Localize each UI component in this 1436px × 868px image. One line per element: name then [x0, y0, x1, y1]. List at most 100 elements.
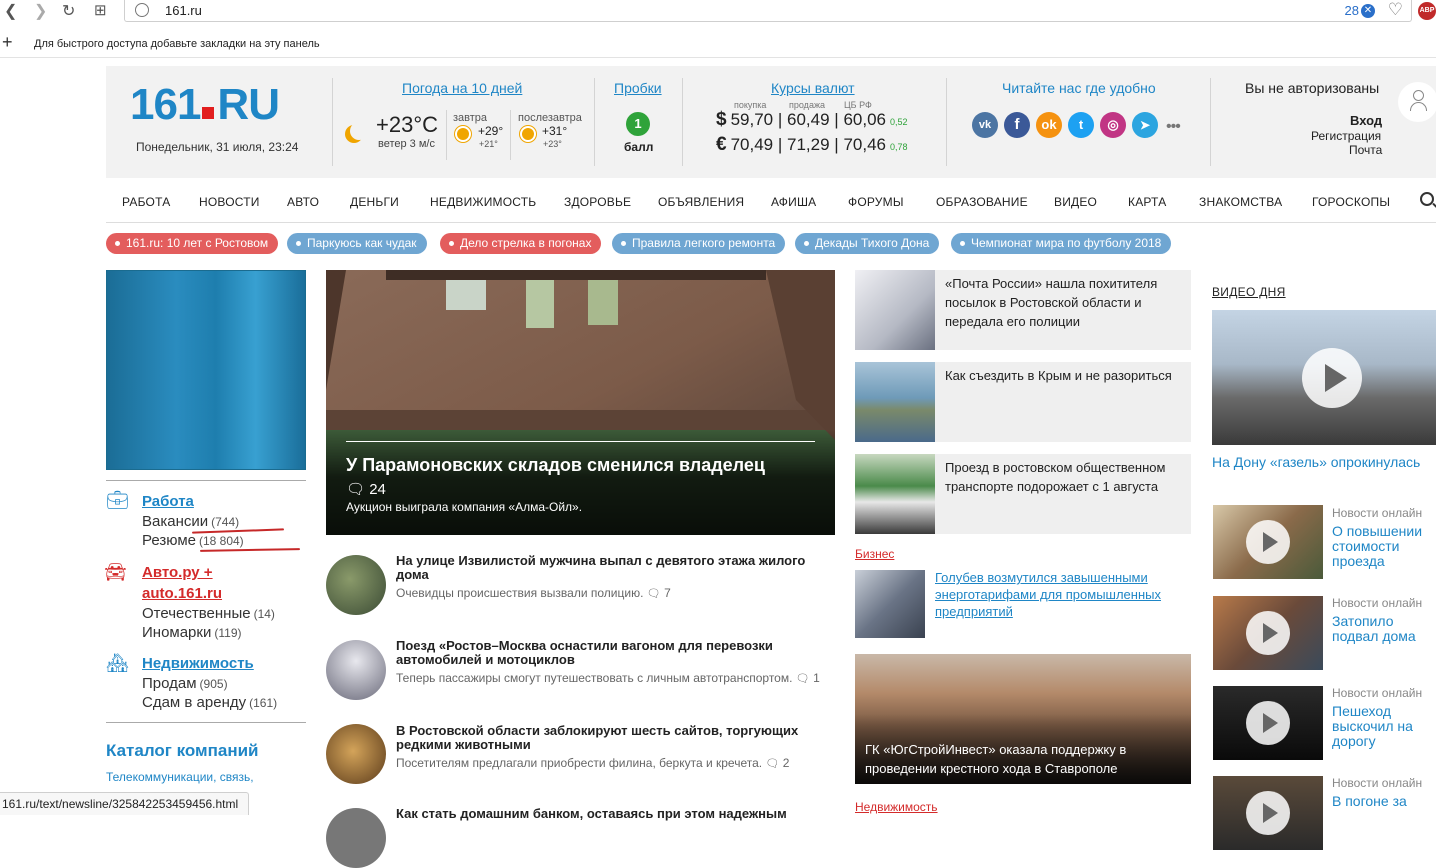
- business-title[interactable]: Голубев возмутился завышенными энерготар…: [935, 569, 1191, 620]
- video-title[interactable]: В погоне за: [1332, 794, 1436, 809]
- instagram-icon[interactable]: ◎: [1100, 112, 1126, 138]
- nav-item-video[interactable]: ВИДЕО: [1054, 195, 1097, 209]
- auto-link[interactable]: Авто.ру +: [142, 564, 213, 581]
- play-icon[interactable]: [1302, 348, 1362, 408]
- realty-rent-link[interactable]: Сдам в аренду (161): [142, 694, 277, 711]
- login-link[interactable]: Вход: [1350, 113, 1382, 128]
- weather-tomorrow-hi: +29°: [478, 124, 504, 138]
- big-card-title[interactable]: ГК «ЮгСтройИнвест» оказала поддержку в п…: [865, 740, 1185, 778]
- mail-link[interactable]: Почта: [1349, 143, 1382, 157]
- address-url[interactable]: 161.ru: [165, 3, 202, 18]
- nav-item-afisha[interactable]: АФИША: [771, 195, 816, 209]
- news-thumbnail[interactable]: [326, 555, 386, 615]
- news-card[interactable]: «Почта России» нашла похитителя посылок …: [855, 270, 1191, 350]
- domestic-cars-link[interactable]: Отечественные (14): [142, 605, 275, 622]
- play-icon[interactable]: [1246, 520, 1290, 564]
- site-logo[interactable]: 161 RU: [130, 80, 280, 130]
- news-card[interactable]: Как съездить в Крым и не разориться: [855, 362, 1191, 442]
- news-title[interactable]: На улице Извилистой мужчина выпал с девя…: [396, 554, 826, 582]
- hero-article[interactable]: У Парамоновских складов сменился владеле…: [326, 270, 835, 535]
- odnoklassniki-icon[interactable]: ok: [1036, 112, 1062, 138]
- work-link[interactable]: Работа: [142, 493, 194, 510]
- bookmark-heart-icon[interactable]: ♡: [1388, 0, 1403, 20]
- play-icon[interactable]: [1246, 611, 1290, 655]
- facebook-icon[interactable]: f: [1004, 112, 1030, 138]
- news-thumbnail[interactable]: [326, 640, 386, 700]
- user-icon[interactable]: [1398, 82, 1436, 122]
- nav-item-horoscope[interactable]: ГОРОСКОПЫ: [1312, 195, 1390, 209]
- vacancies-link[interactable]: Вакансии (744): [142, 513, 239, 530]
- news-card[interactable]: Проезд в ростовском общественном транспо…: [855, 454, 1191, 534]
- nav-item-auto[interactable]: АВТО: [287, 195, 319, 209]
- twitter-icon[interactable]: t: [1068, 112, 1094, 138]
- auto161-link[interactable]: auto.161.ru: [142, 585, 222, 602]
- speed-dial-icon[interactable]: ⊞: [94, 1, 107, 19]
- back-icon[interactable]: ❮: [4, 1, 17, 21]
- realty-link[interactable]: Недвижимость: [142, 655, 254, 672]
- add-bookmark-icon[interactable]: +: [2, 32, 13, 53]
- business-section-link[interactable]: Бизнес: [855, 547, 894, 561]
- hero-title[interactable]: У Парамоновских складов сменился владеле…: [346, 455, 765, 476]
- news-thumbnail[interactable]: [326, 808, 386, 868]
- address-bar[interactable]: 161.ru 28 ✕ ♡: [124, 0, 1412, 22]
- card-title[interactable]: Как съездить в Крым и не разориться: [945, 366, 1185, 385]
- catalog-link[interactable]: Каталог компаний: [106, 741, 259, 761]
- news-thumbnail[interactable]: [326, 724, 386, 784]
- foreign-cars-link[interactable]: Иномарки (119): [142, 624, 241, 641]
- realty-section-link[interactable]: Недвижимость: [855, 800, 938, 814]
- big-news-card[interactable]: ГК «ЮгСтройИнвест» оказала поддержку в п…: [855, 654, 1191, 784]
- nav-item-map[interactable]: КАРТА: [1128, 195, 1166, 209]
- traffic-link[interactable]: Пробки: [614, 80, 662, 96]
- tag-pill[interactable]: 161.ru: 10 лет с Ростовом: [106, 233, 279, 254]
- adblock-shield-icon[interactable]: ✕: [1361, 4, 1375, 18]
- card-title[interactable]: Проезд в ростовском общественном транспо…: [945, 458, 1185, 496]
- tag-pill[interactable]: Чемпионат мира по футболу 2018: [951, 233, 1172, 254]
- catalog-sub-link[interactable]: Телекоммуникации, связь,: [106, 770, 254, 784]
- telegram-icon[interactable]: ➤: [1132, 112, 1158, 138]
- video-thumbnail[interactable]: [1213, 596, 1323, 670]
- play-icon[interactable]: [1246, 701, 1290, 745]
- search-icon[interactable]: [1420, 192, 1434, 206]
- register-link[interactable]: Регистрация: [1311, 129, 1381, 143]
- news-title[interactable]: В Ростовской области заблокируют шесть с…: [396, 724, 826, 752]
- tag-pill[interactable]: Паркуюсь как чудак: [287, 233, 427, 254]
- forward-icon[interactable]: ❯: [34, 1, 47, 21]
- news-title[interactable]: Как стать домашним банком, оставаясь при…: [396, 807, 826, 821]
- video-main-caption[interactable]: На Дону «газель» опрокинулась: [1212, 454, 1420, 470]
- tag-pill[interactable]: Дело стрелка в погонах: [440, 233, 602, 254]
- reload-icon[interactable]: ↻: [62, 1, 75, 21]
- realty-sell-link[interactable]: Продам (905): [142, 675, 228, 692]
- tag-pill[interactable]: Декады Тихого Дона: [795, 233, 940, 254]
- video-main-thumbnail[interactable]: [1212, 310, 1436, 445]
- resumes-link[interactable]: Резюме (18 804): [142, 532, 244, 549]
- vk-icon[interactable]: vk: [972, 112, 998, 138]
- tag-pill[interactable]: Правила легкого ремонта: [612, 233, 786, 254]
- nav-item-health[interactable]: ЗДОРОВЬЕ: [564, 195, 631, 209]
- nav-item-education[interactable]: ОБРАЗОВАНИЕ: [936, 195, 1028, 209]
- nav-item-dating[interactable]: ЗНАКОМСТВА: [1199, 195, 1282, 209]
- business-image[interactable]: [855, 570, 925, 638]
- nav-item-forums[interactable]: ФОРУМЫ: [848, 195, 904, 209]
- nav-item-money[interactable]: ДЕНЬГИ: [350, 195, 399, 209]
- news-title[interactable]: Поезд «Ростов–Москва оснастили вагоном д…: [396, 639, 826, 667]
- nav-item-news[interactable]: НОВОСТИ: [199, 195, 260, 209]
- ad-banner[interactable]: [106, 270, 306, 470]
- video-of-day-link[interactable]: ВИДЕО ДНЯ: [1212, 285, 1286, 299]
- video-thumbnail[interactable]: [1213, 776, 1323, 850]
- weather-tomorrow-label: завтра: [453, 112, 488, 124]
- video-title[interactable]: О повышении стоимости проезда: [1332, 524, 1436, 569]
- nav-item-ads[interactable]: ОБЪЯВЛЕНИЯ: [658, 195, 744, 209]
- video-title[interactable]: Пешеход выскочил на дорогу: [1332, 704, 1436, 749]
- nav-item-realty[interactable]: НЕДВИЖИМОСТЬ: [430, 195, 536, 209]
- currency-link[interactable]: Курсы валют: [771, 80, 855, 96]
- more-social-icon[interactable]: •••: [1166, 118, 1181, 136]
- nav-item-work[interactable]: РАБОТА: [122, 195, 170, 209]
- play-icon[interactable]: [1246, 791, 1290, 835]
- video-thumbnail[interactable]: [1213, 505, 1323, 579]
- video-thumbnail[interactable]: [1213, 686, 1323, 760]
- card-title[interactable]: «Почта России» нашла похитителя посылок …: [945, 274, 1185, 331]
- abp-extension-icon[interactable]: ABP: [1418, 2, 1436, 20]
- weather-link[interactable]: Погода на 10 дней: [402, 80, 522, 96]
- browser-toolbar: ❮ ❯ ↻ ⊞ 161.ru 28 ✕ ♡ ABP: [0, 0, 1436, 24]
- video-title[interactable]: Затопило подвал дома: [1332, 614, 1436, 644]
